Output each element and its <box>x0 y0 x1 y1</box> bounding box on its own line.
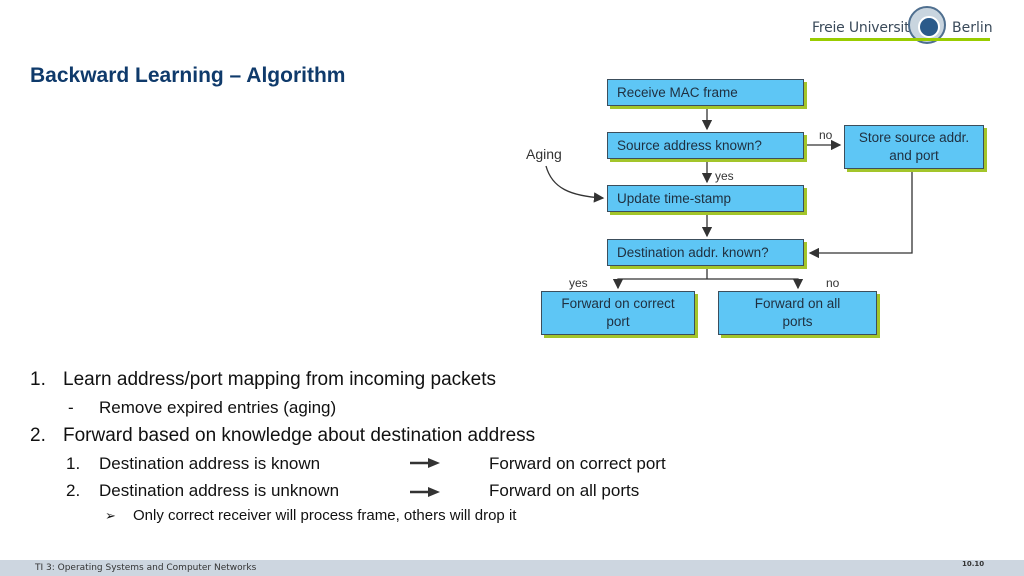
item2-sub2-number: 2. <box>66 481 81 500</box>
arrow-dest-to-fwd-correct <box>612 278 707 290</box>
arrow-dest-to-fwd-all <box>707 278 804 290</box>
node-destination-known: Destination addr. known? <box>607 239 804 266</box>
node-store-source-addr: Store source addr. and port <box>844 125 984 169</box>
item1-text: Learn address/port mapping from incoming… <box>63 369 497 390</box>
item1-sub-bullet: - <box>68 398 74 417</box>
label-yes-source: yes <box>715 169 734 183</box>
label-yes-dest: yes <box>569 276 588 290</box>
page-number: 10.10 <box>962 560 985 568</box>
node-source-address-known: Source address known? <box>607 132 804 159</box>
node-label: Receive MAC frame <box>617 85 738 100</box>
item1-number: 1. <box>30 369 46 390</box>
item2-note-text: Only correct receiver will process frame… <box>133 507 517 524</box>
node-label-line2: and port <box>889 148 939 163</box>
item2-sub2-text: Destination address is unknown <box>99 481 340 500</box>
footer-course: TI 3: Operating Systems and Computer Net… <box>35 563 257 573</box>
node-label: Destination addr. known? <box>617 245 769 260</box>
node-forward-correct-port: Forward on correct port <box>541 291 695 335</box>
node-label: Update time-stamp <box>617 191 732 206</box>
item2-sub1-number: 1. <box>66 454 81 473</box>
node-receive-mac-frame: Receive MAC frame <box>607 79 804 106</box>
arrowhead-bullet-icon: ➢ <box>105 508 116 523</box>
arrow-store-to-dest <box>808 171 913 259</box>
node-label-line1: Store source addr. <box>858 130 970 145</box>
footer-bar: TI 3: Operating Systems and Computer Net… <box>0 560 1024 576</box>
node-forward-all-ports: Forward on all ports <box>718 291 877 335</box>
item2-sub2-result: Forward on all ports <box>489 481 640 500</box>
node-label-line2: port <box>606 314 630 329</box>
node-label-line1: Forward on correct <box>561 296 675 311</box>
label-aging: Aging <box>526 146 562 162</box>
item1-sub-text: Remove expired entries (aging) <box>99 398 337 417</box>
arrow-aging-to-update <box>545 165 605 203</box>
label-no-source: no <box>819 128 833 142</box>
item2-sub1-result: Forward on correct port <box>489 454 666 473</box>
item2-sub1-text: Destination address is known <box>99 454 321 473</box>
node-label: Source address known? <box>617 138 762 153</box>
node-update-timestamp: Update time-stamp <box>607 185 804 212</box>
node-label-line2: ports <box>782 314 813 329</box>
label-no-dest: no <box>826 276 840 290</box>
item2-text: Forward based on knowledge about destina… <box>63 425 536 446</box>
node-label-line1: Forward on all <box>754 296 841 311</box>
item2-number: 2. <box>30 425 46 446</box>
